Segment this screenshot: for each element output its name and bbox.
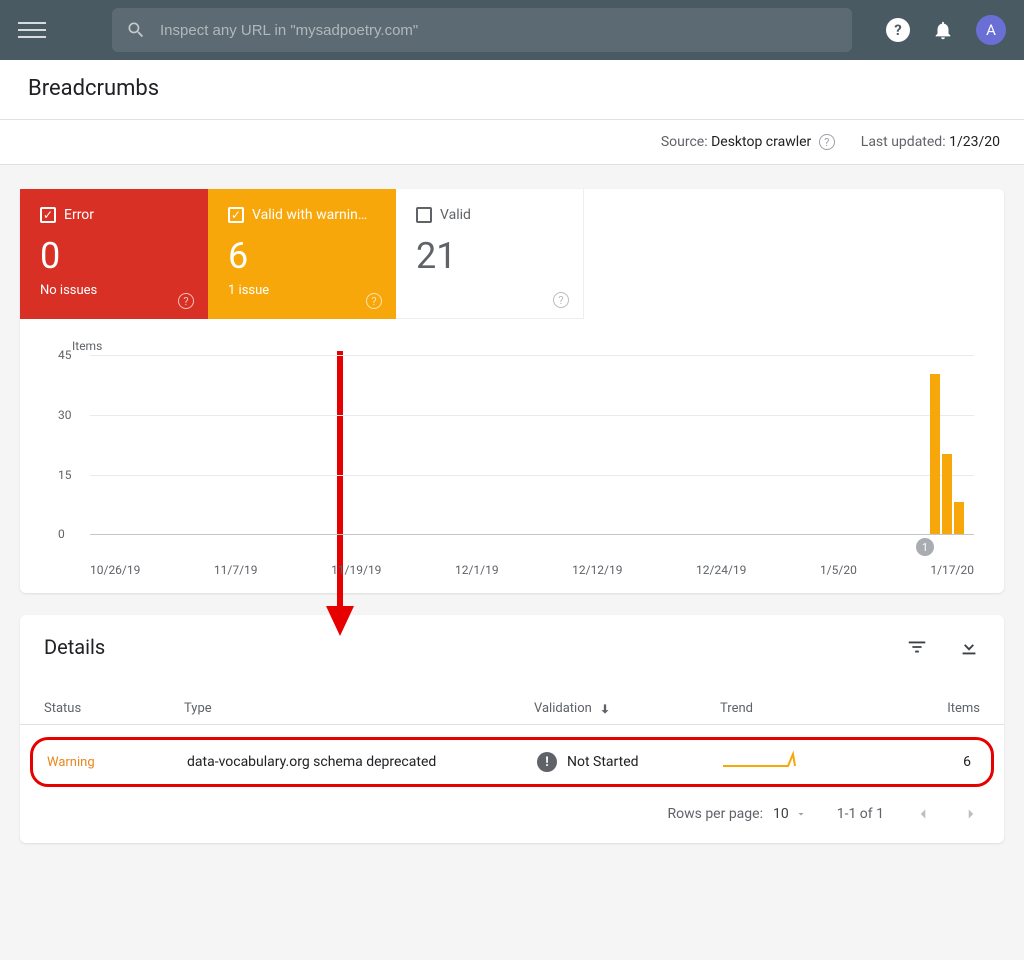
x-tick: 1/5/20 [820, 563, 857, 577]
x-tick: 11/19/19 [331, 563, 381, 577]
chart-y-label: Items [72, 339, 974, 353]
x-tick: 12/1/19 [455, 563, 499, 577]
bar [954, 502, 964, 534]
row-type: data-vocabulary.org schema deprecated [187, 754, 537, 770]
prev-page-button[interactable] [914, 805, 932, 823]
meta-bar: Source: Desktop crawler ? Last updated: … [0, 120, 1024, 165]
details-table-header: Status Type Validation Trend Items [20, 671, 1004, 725]
page-title: Breadcrumbs [28, 76, 996, 101]
bar [942, 454, 952, 534]
row-items: 6 [873, 754, 977, 770]
next-page-button[interactable] [962, 805, 980, 823]
pagination: Rows per page: 10 1-1 of 1 [20, 787, 1004, 843]
tab-error-count: 0 [40, 235, 188, 277]
checkbox-icon [416, 207, 432, 223]
filter-icon[interactable] [906, 636, 928, 658]
search-icon [126, 20, 146, 40]
rows-per-page-label: Rows per page: [667, 806, 762, 822]
col-status: Status [44, 701, 184, 716]
help-icon[interactable]: ? [553, 292, 569, 308]
chart-bars [930, 374, 964, 534]
col-type: Type [184, 701, 534, 716]
updated-value: 1/23/20 [949, 134, 1000, 150]
bar [930, 374, 940, 534]
tab-valid-count: 21 [416, 235, 563, 277]
items-chart: Items 45 30 15 0 1 10/26/19 11/7/19 [20, 319, 1004, 583]
search-bar[interactable] [112, 8, 852, 52]
x-tick: 12/12/19 [572, 563, 622, 577]
search-input[interactable] [160, 22, 838, 39]
tab-valid-with-warnings[interactable]: ✓Valid with warnin… 6 1 issue ? [208, 189, 396, 319]
row-status: Warning [47, 755, 187, 770]
help-icon[interactable]: ? [178, 293, 194, 309]
help-icon[interactable]: ? [886, 18, 910, 42]
tab-error-sub: No issues [40, 283, 188, 298]
updated-label: Last updated: [861, 134, 946, 150]
notifications-icon[interactable] [932, 19, 954, 41]
source-label: Source: [661, 134, 708, 150]
col-trend: Trend [720, 701, 870, 716]
tab-warn-count: 6 [228, 235, 376, 277]
x-tick: 10/26/19 [90, 563, 140, 577]
help-icon[interactable]: ? [819, 134, 835, 150]
y-tick: 45 [58, 348, 72, 362]
row-trend [723, 750, 873, 774]
help-icon[interactable]: ? [366, 293, 382, 309]
source-value: Desktop crawler [711, 134, 811, 150]
y-tick: 15 [58, 468, 72, 482]
details-row[interactable]: Warning data-vocabulary.org schema depre… [30, 737, 994, 787]
sort-down-icon [598, 702, 612, 716]
tab-valid[interactable]: Valid 21 ? [396, 189, 584, 319]
y-tick: 0 [58, 527, 65, 541]
page-range: 1-1 of 1 [837, 806, 884, 822]
checkbox-icon: ✓ [228, 207, 244, 223]
x-tick: 1/17/20 [930, 563, 974, 577]
avatar[interactable]: A [976, 15, 1006, 45]
row-validation: ! Not Started [537, 752, 723, 772]
y-tick: 30 [58, 408, 72, 422]
error-icon: ! [537, 752, 557, 772]
checkbox-icon: ✓ [40, 207, 56, 223]
menu-button[interactable] [18, 16, 46, 44]
details-title: Details [44, 635, 105, 659]
rows-per-page-select[interactable]: 10 [773, 806, 807, 822]
col-validation[interactable]: Validation [534, 701, 720, 716]
download-icon[interactable] [958, 636, 980, 658]
x-tick: 12/24/19 [696, 563, 746, 577]
x-tick: 11/7/19 [214, 563, 258, 577]
col-items: Items [870, 701, 980, 716]
tab-error[interactable]: ✓Error 0 No issues ? [20, 189, 208, 319]
tab-warn-sub: 1 issue [228, 283, 376, 298]
